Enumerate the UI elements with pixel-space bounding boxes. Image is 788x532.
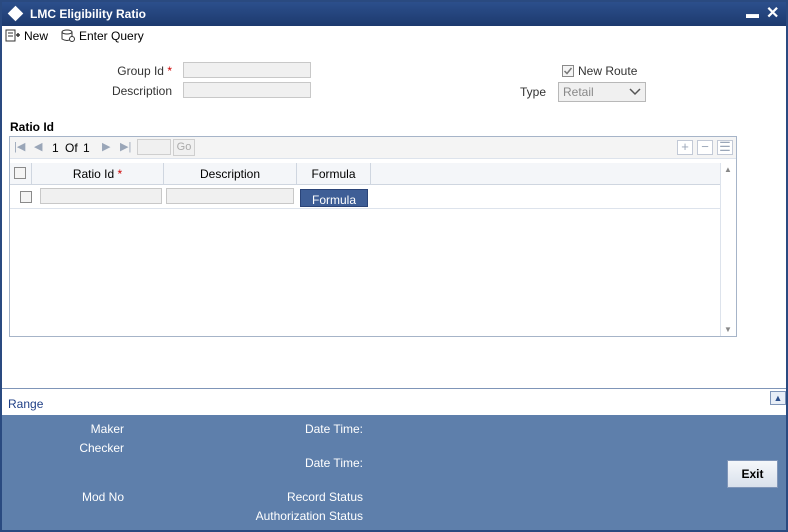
page-number-input[interactable] xyxy=(137,139,171,155)
checkmark-icon xyxy=(563,67,573,75)
maker-label: Maker xyxy=(90,422,124,436)
scroll-up-icon[interactable]: ▲ xyxy=(724,165,732,174)
ratio-id-section-title: Ratio Id xyxy=(10,120,54,134)
minimize-button[interactable]: ▬ xyxy=(746,6,759,21)
row-select-checkbox[interactable] xyxy=(20,191,32,203)
close-button[interactable]: ✕ xyxy=(766,3,779,23)
grid-vertical-scrollbar[interactable]: ▲ ▼ xyxy=(720,163,736,336)
select-all-cell xyxy=(10,163,32,185)
enter-query-label: Enter Query xyxy=(79,29,144,43)
go-button[interactable]: Go xyxy=(173,139,195,156)
grid-pager: |◀ ◀ 1 Of 1 ▶ ▶| Go + − ☰ xyxy=(10,137,736,159)
scroll-down-icon[interactable]: ▼ xyxy=(724,325,732,334)
type-select[interactable]: Retail xyxy=(558,82,646,102)
type-label: Type xyxy=(519,85,546,99)
group-id-input[interactable] xyxy=(183,62,311,78)
query-database-icon xyxy=(61,29,75,42)
new-record-icon xyxy=(5,29,20,42)
range-bar: Range ▲ xyxy=(2,388,786,415)
next-page-icon[interactable]: ▶ xyxy=(102,140,110,153)
previous-page-icon[interactable]: ◀ xyxy=(34,140,42,153)
description-label: Description xyxy=(111,84,172,98)
new-route-checkbox[interactable] xyxy=(562,65,574,77)
checker-label: Checker xyxy=(79,441,124,455)
column-header-description[interactable]: Description xyxy=(164,163,297,185)
formula-button[interactable]: Formula xyxy=(300,189,368,207)
select-all-checkbox[interactable] xyxy=(14,167,26,179)
add-row-icon[interactable]: + xyxy=(677,140,693,155)
title-bar: LMC Eligibility Ratio ▬ ✕ xyxy=(2,2,786,26)
collapse-range-icon[interactable]: ▲ xyxy=(770,391,786,405)
table-row: Formula xyxy=(10,185,720,209)
first-page-icon[interactable]: |◀ xyxy=(14,140,25,153)
type-selected-value: Retail xyxy=(563,85,594,99)
checker-date-time-label: Date Time: xyxy=(304,456,363,470)
chevron-down-icon xyxy=(629,88,641,96)
new-route-label: New Route xyxy=(578,64,638,78)
window-title: LMC Eligibility Ratio xyxy=(30,7,146,21)
maker-date-time-label: Date Time: xyxy=(304,422,363,436)
column-header-ratio-id[interactable]: Ratio Id * xyxy=(32,163,164,185)
authorization-status-label: Authorization Status xyxy=(255,509,363,523)
last-page-icon[interactable]: ▶| xyxy=(120,140,131,153)
exit-button[interactable]: Exit xyxy=(727,460,778,488)
column-header-formula[interactable]: Formula xyxy=(297,163,371,185)
group-id-label: Group Id * xyxy=(117,64,172,78)
new-label: New xyxy=(24,29,49,43)
row-ratio-id-input[interactable] xyxy=(40,188,162,204)
row-description-input[interactable] xyxy=(166,188,294,204)
total-pages: 1 xyxy=(83,141,90,155)
new-button[interactable]: New xyxy=(5,29,48,43)
record-status-label: Record Status xyxy=(286,490,363,504)
lmc-eligibility-ratio-window: LMC Eligibility Ratio ▬ ✕ New Enter Quer… xyxy=(0,0,788,532)
required-marker: * xyxy=(117,167,123,181)
toolbar: New Enter Query xyxy=(2,26,786,49)
current-page: 1 xyxy=(52,141,59,155)
range-link[interactable]: Range xyxy=(8,397,43,411)
required-marker: * xyxy=(167,64,172,78)
page-of-label: Of xyxy=(65,141,78,155)
ratio-grid: |◀ ◀ 1 Of 1 ▶ ▶| Go + − ☰ Ratio Id * Des… xyxy=(9,136,737,337)
description-input[interactable] xyxy=(183,82,311,98)
app-diamond-icon xyxy=(7,5,24,22)
mod-no-label: Mod No xyxy=(81,490,124,504)
delete-row-icon[interactable]: − xyxy=(697,140,713,155)
audit-footer: Maker Checker Mod No Date Time: Date Tim… xyxy=(2,415,786,530)
grid-header: Ratio Id * Description Formula xyxy=(10,163,720,185)
row-details-icon[interactable]: ☰ xyxy=(717,140,733,155)
enter-query-button[interactable]: Enter Query xyxy=(60,29,144,43)
